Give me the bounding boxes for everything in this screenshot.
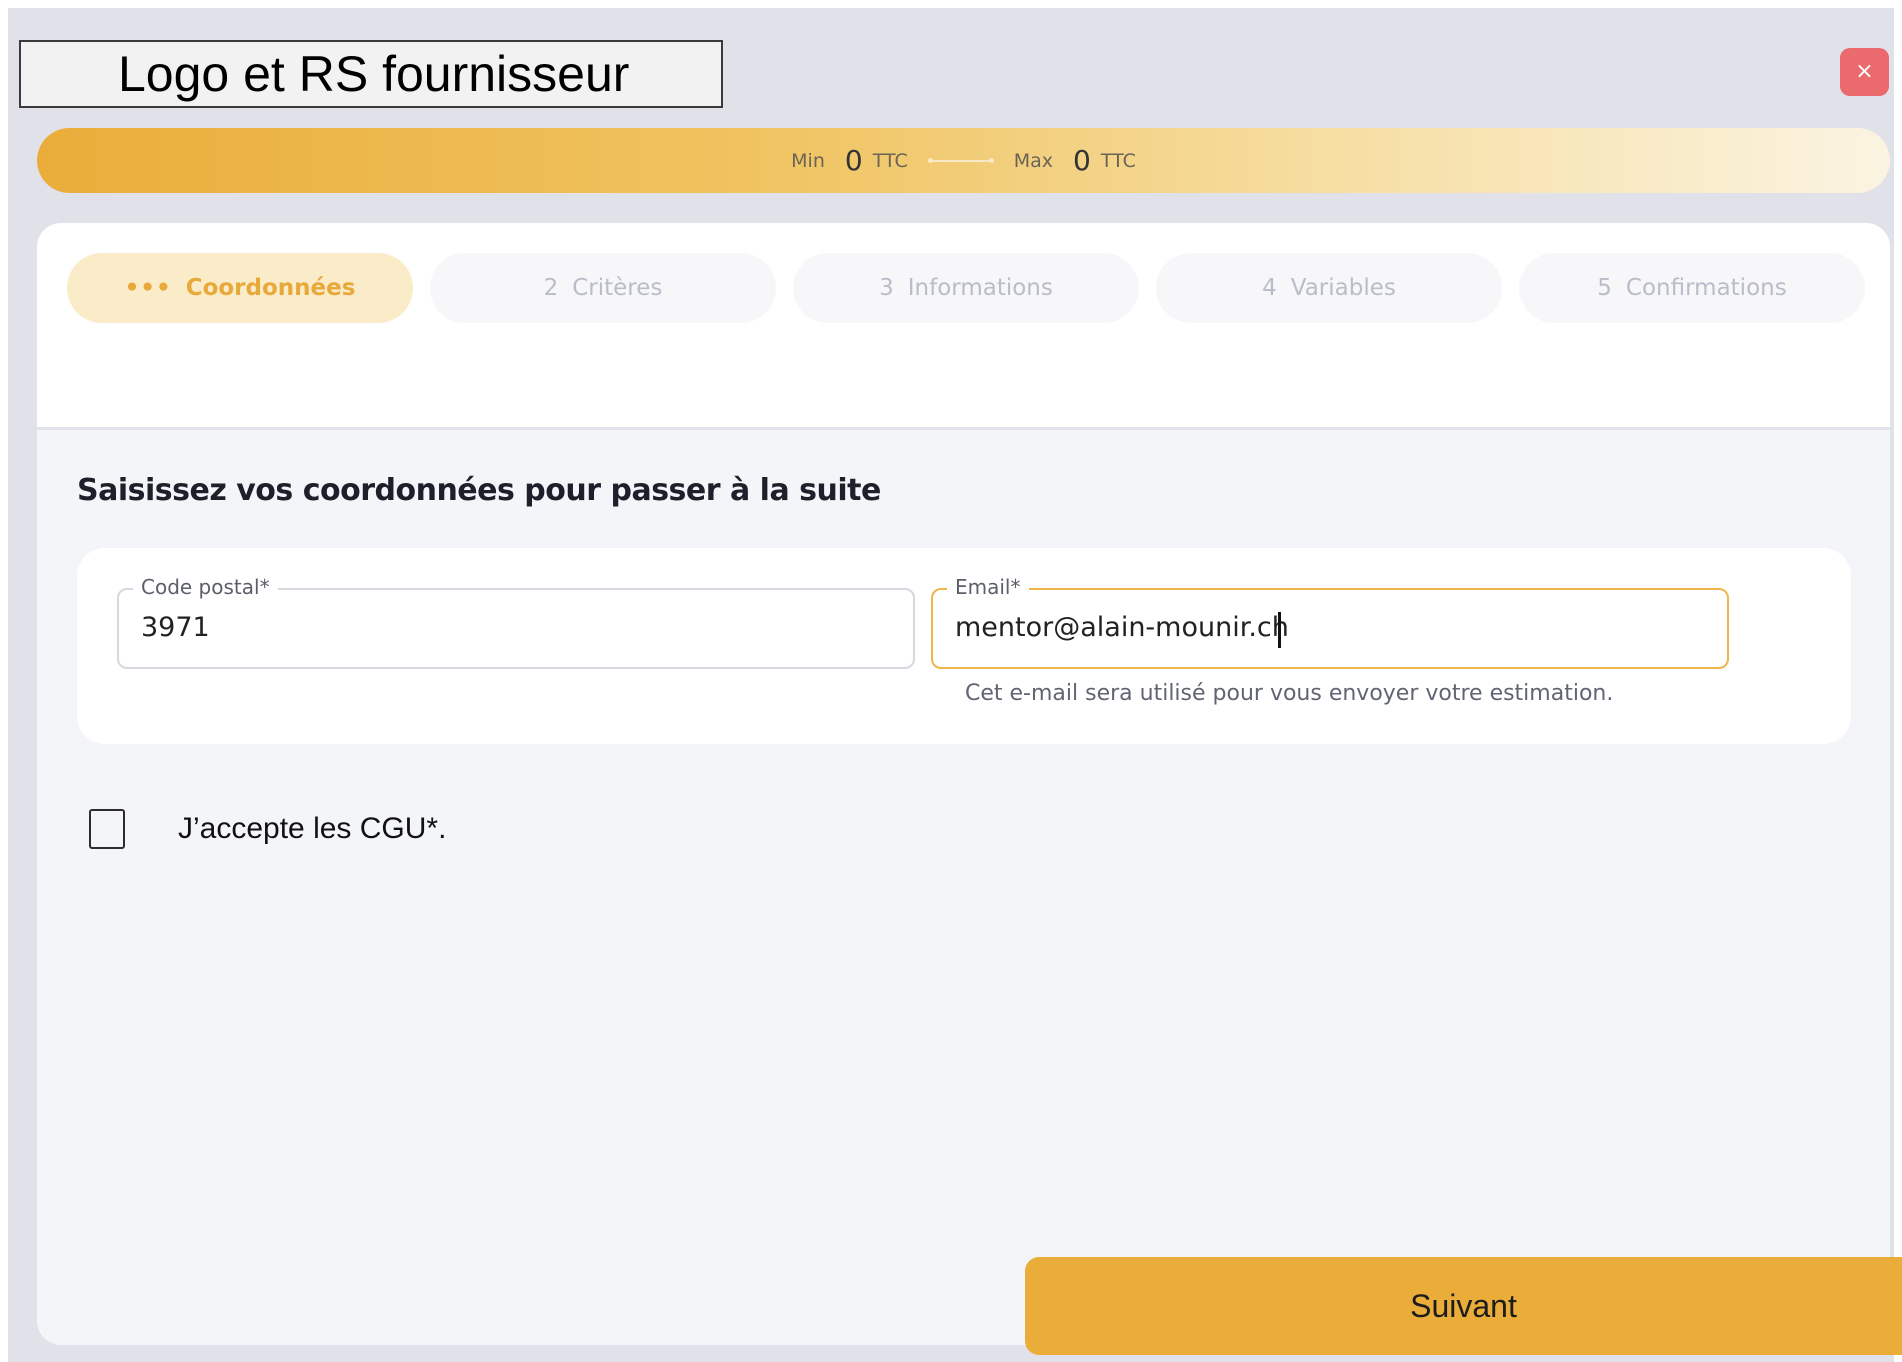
step-coordonnees[interactable]: ••• Coordonnées: [67, 253, 413, 323]
postal-code-input[interactable]: [141, 612, 881, 643]
step-number: 3: [879, 275, 894, 301]
form-heading: Saisissez vos coordonnées pour passer à …: [77, 473, 881, 508]
step-confirmations[interactable]: 5 Confirmations: [1519, 253, 1865, 323]
min-label: Min: [791, 149, 825, 172]
step-progress-icon: •••: [124, 275, 172, 301]
max-unit: TTC: [1100, 149, 1136, 172]
close-button[interactable]: ×: [1840, 48, 1889, 96]
stepper-area: ••• Coordonnées 2 Critères 3 Information…: [37, 223, 1890, 430]
max-value: 0: [1073, 144, 1091, 177]
text-caret: [1278, 612, 1281, 648]
supplier-logo-text: Logo et RS fournisseur: [118, 46, 630, 102]
close-icon: ×: [1855, 59, 1874, 84]
step-label: Critères: [572, 275, 663, 301]
terms-checkbox[interactable]: [89, 809, 125, 849]
range-separator: [927, 157, 994, 163]
step-number: 5: [1597, 275, 1612, 301]
next-button-label: Suivant: [1410, 1287, 1517, 1324]
price-range-bar: Min 0 TTC Max 0 TTC: [37, 128, 1890, 193]
step-label: Informations: [907, 275, 1053, 301]
min-unit: TTC: [872, 149, 908, 172]
step-number: 4: [1262, 275, 1277, 301]
stepper: ••• Coordonnées 2 Critères 3 Information…: [67, 253, 1865, 323]
step-informations[interactable]: 3 Informations: [793, 253, 1139, 323]
postal-code-label: Code postal*: [133, 575, 278, 599]
min-value: 0: [844, 144, 863, 177]
postal-code-field[interactable]: Code postal*: [117, 575, 915, 669]
form-card: ••• Coordonnées 2 Critères 3 Information…: [37, 223, 1890, 1345]
step-variables[interactable]: 4 Variables: [1156, 253, 1502, 323]
step-number: 2: [543, 275, 559, 301]
step-label: Variables: [1290, 275, 1396, 301]
contact-form-panel: Code postal* Email* Cet e-mail sera util…: [77, 548, 1851, 744]
email-field[interactable]: Email*: [931, 575, 1729, 669]
email-label: Email*: [947, 575, 1029, 599]
step-label: Confirmations: [1625, 275, 1787, 301]
supplier-logo: Logo et RS fournisseur: [19, 40, 723, 108]
max-label: Max: [1013, 149, 1053, 172]
next-button[interactable]: Suivant: [1025, 1257, 1902, 1355]
step-criteres[interactable]: 2 Critères: [430, 253, 776, 323]
step-label: Coordonnées: [185, 275, 356, 301]
terms-label[interactable]: J’accepte les CGU*.: [178, 809, 446, 849]
email-input[interactable]: [955, 612, 1695, 643]
email-helper-text: Cet e-mail sera utilisé pour vous envoye…: [965, 681, 1614, 706]
